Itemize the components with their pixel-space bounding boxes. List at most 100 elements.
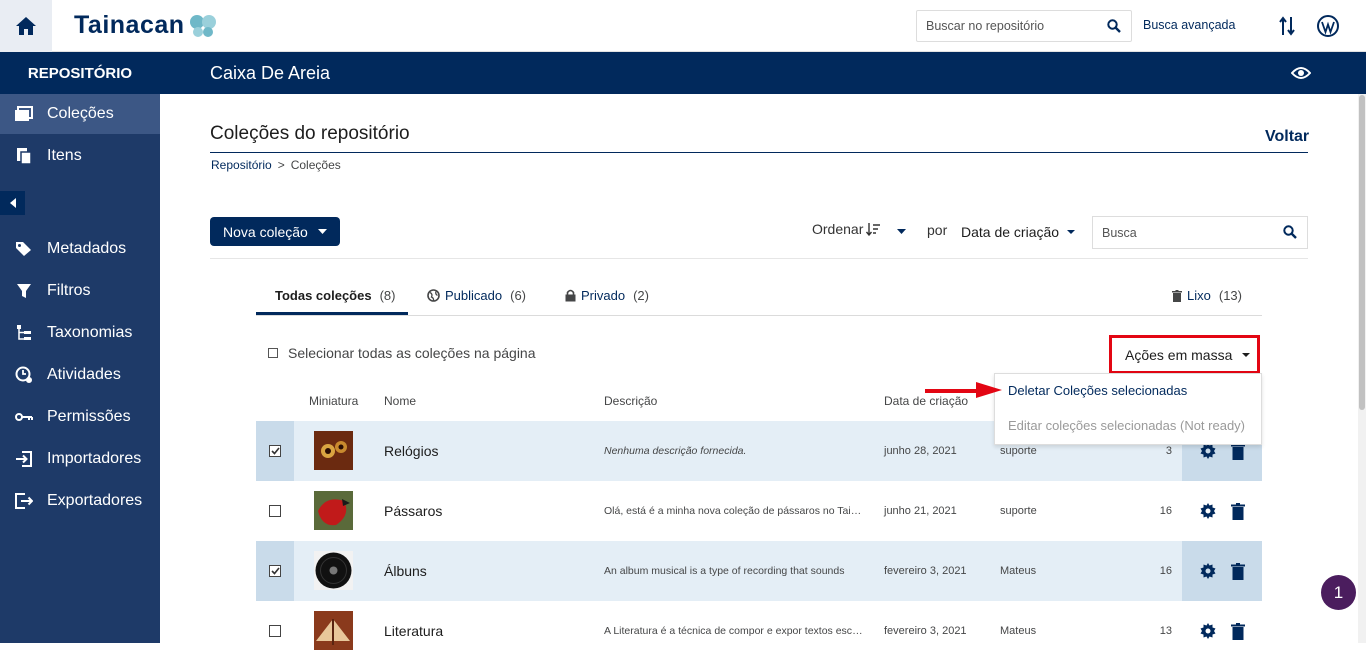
sort-field-select[interactable]: Data de criação	[961, 224, 1076, 240]
delete-selected-menu-item[interactable]: Deletar Coleções selecionadas	[1008, 383, 1187, 398]
sidebar-item-label: Taxonomias	[47, 324, 133, 341]
trash-icon[interactable]	[1230, 502, 1245, 520]
repository-search[interactable]	[916, 10, 1132, 42]
row-checkbox-cell[interactable]	[256, 601, 294, 661]
order-control[interactable]: Ordenar	[812, 221, 881, 237]
sidebar-item-collections[interactable]: Coleções	[0, 94, 160, 134]
tab-count: (13)	[1218, 288, 1242, 303]
column-header-description[interactable]: Descrição	[604, 394, 657, 408]
sidebar-item-metadata[interactable]: Metadados	[0, 229, 160, 269]
check-icon	[270, 567, 280, 575]
tainacan-logo[interactable]: Tainacan	[74, 11, 217, 40]
collection-description: A Literatura é a técnica de compor e exp…	[604, 625, 866, 637]
select-all-control[interactable]: Selecionar todas as coleções na página	[268, 345, 536, 361]
order-caret-down-icon[interactable]	[897, 229, 906, 234]
tab-count: (6)	[510, 288, 526, 303]
wordpress-icon[interactable]	[1317, 15, 1339, 37]
caret-down-icon	[317, 229, 327, 234]
caret-down-icon	[1242, 352, 1251, 357]
collection-name[interactable]: Relógios	[384, 443, 438, 459]
sidebar-item-label: Coleções	[47, 105, 114, 122]
gear-icon[interactable]	[1200, 563, 1216, 579]
collection-author: suporte	[1000, 505, 1037, 517]
new-collection-button[interactable]: Nova coleção	[210, 217, 340, 246]
tab-trash[interactable]: Lixo (13)	[1172, 288, 1242, 303]
collection-name[interactable]: Literatura	[384, 623, 443, 639]
gear-icon[interactable]	[1200, 503, 1216, 519]
row-checkbox[interactable]	[269, 505, 281, 517]
row-checkbox-cell[interactable]	[256, 421, 294, 481]
collection-name[interactable]: Pássaros	[384, 503, 442, 519]
breadcrumb: Repositório > Coleções	[211, 158, 341, 172]
process-arrows-icon[interactable]	[1279, 15, 1295, 37]
collection-search-input[interactable]	[1102, 225, 1272, 240]
search-icon[interactable]	[1107, 19, 1121, 33]
column-header-name[interactable]: Nome	[384, 394, 416, 408]
notification-badge[interactable]: 1	[1321, 575, 1356, 610]
row-actions	[1182, 481, 1262, 541]
advanced-search-link[interactable]: Busca avançada	[1143, 18, 1235, 32]
tab-private[interactable]: Privado (2)	[565, 288, 649, 303]
logo-butterfly-icon	[189, 14, 216, 37]
table-row[interactable]: Pássaros Olá, está é a minha nova coleçã…	[256, 481, 1262, 541]
collection-item-count: 16	[1159, 505, 1172, 517]
sidebar-item-label: Permissões	[47, 408, 131, 425]
sidebar-item-exporters[interactable]: Exportadores	[0, 481, 160, 521]
back-link[interactable]: Voltar	[1265, 128, 1309, 146]
breadcrumb-separator: >	[277, 158, 285, 172]
sidebar-item-importers[interactable]: Importadores	[0, 439, 160, 479]
sidebar-item-taxonomies[interactable]: Taxonomias	[0, 313, 160, 353]
collection-search[interactable]	[1092, 216, 1308, 249]
sort-field-label: Data de criação	[961, 224, 1060, 240]
sidebar-item-items[interactable]: Itens	[0, 136, 160, 176]
scrollbar-thumb[interactable]	[1359, 95, 1365, 410]
edit-selected-menu-item[interactable]: Editar coleções selecionadas (Not ready)	[1008, 418, 1245, 433]
collection-item-count: 3	[1165, 445, 1172, 457]
sidebar-item-label: Exportadores	[47, 492, 143, 509]
caret-left-icon	[9, 198, 16, 208]
row-checkbox[interactable]	[269, 625, 281, 637]
trash-icon[interactable]	[1230, 622, 1245, 640]
tab-published[interactable]: Publicado (6)	[427, 288, 526, 303]
collection-thumbnail[interactable]	[314, 431, 353, 470]
bulk-actions-button[interactable]: Ações em massa	[1114, 340, 1255, 369]
collection-description: An album musical is a type of recording …	[604, 565, 845, 577]
sidebar-item-permissions[interactable]: Permissões	[0, 397, 160, 437]
new-collection-label: Nova coleção	[223, 223, 308, 240]
breadcrumb-collections: Coleções	[290, 158, 341, 172]
collection-name[interactable]: Álbuns	[384, 563, 427, 579]
gear-icon[interactable]	[1200, 623, 1216, 639]
bulk-actions-label: Ações em massa	[1125, 346, 1233, 363]
trash-icon[interactable]	[1230, 442, 1245, 460]
tab-label: Publicado	[445, 288, 503, 303]
secondary-bar: REPOSITÓRIO Caixa De Areia	[0, 52, 1366, 94]
eye-icon[interactable]	[1291, 66, 1311, 80]
home-button[interactable]	[0, 0, 52, 52]
collection-author: suporte	[1000, 445, 1037, 457]
collection-item-count: 16	[1159, 565, 1172, 577]
tab-all-collections[interactable]: Todas coleções (8)	[275, 288, 395, 303]
filter-icon	[16, 284, 31, 298]
collapse-sidebar-button[interactable]	[0, 191, 25, 215]
row-checkbox-cell[interactable]	[256, 481, 294, 541]
gear-icon[interactable]	[1200, 443, 1216, 459]
row-checkbox-cell[interactable]	[256, 541, 294, 601]
collection-description: Nenhuma descrição fornecida.	[604, 445, 747, 457]
sidebar-item-activities[interactable]: Atividades	[0, 355, 160, 395]
table-row[interactable]: Álbuns An album musical is a type of rec…	[256, 541, 1262, 601]
repository-search-input[interactable]	[926, 19, 1101, 33]
collection-thumbnail[interactable]	[314, 551, 353, 590]
collection-thumbnail[interactable]	[314, 491, 353, 530]
breadcrumb-repository[interactable]: Repositório	[211, 158, 272, 172]
row-checkbox[interactable]	[269, 445, 281, 457]
column-header-thumbnail[interactable]: Miniatura	[309, 394, 358, 408]
search-icon[interactable]	[1283, 225, 1297, 239]
sidebar-item-filters[interactable]: Filtros	[0, 271, 160, 311]
items-icon	[16, 148, 32, 165]
row-checkbox[interactable]	[269, 565, 281, 577]
trash-icon[interactable]	[1230, 562, 1245, 580]
table-row[interactable]: Literatura A Literatura é a técnica de c…	[256, 601, 1262, 661]
collection-thumbnail[interactable]	[314, 611, 353, 650]
select-all-checkbox[interactable]	[268, 348, 278, 358]
repository-label[interactable]: REPOSITÓRIO	[0, 52, 160, 94]
